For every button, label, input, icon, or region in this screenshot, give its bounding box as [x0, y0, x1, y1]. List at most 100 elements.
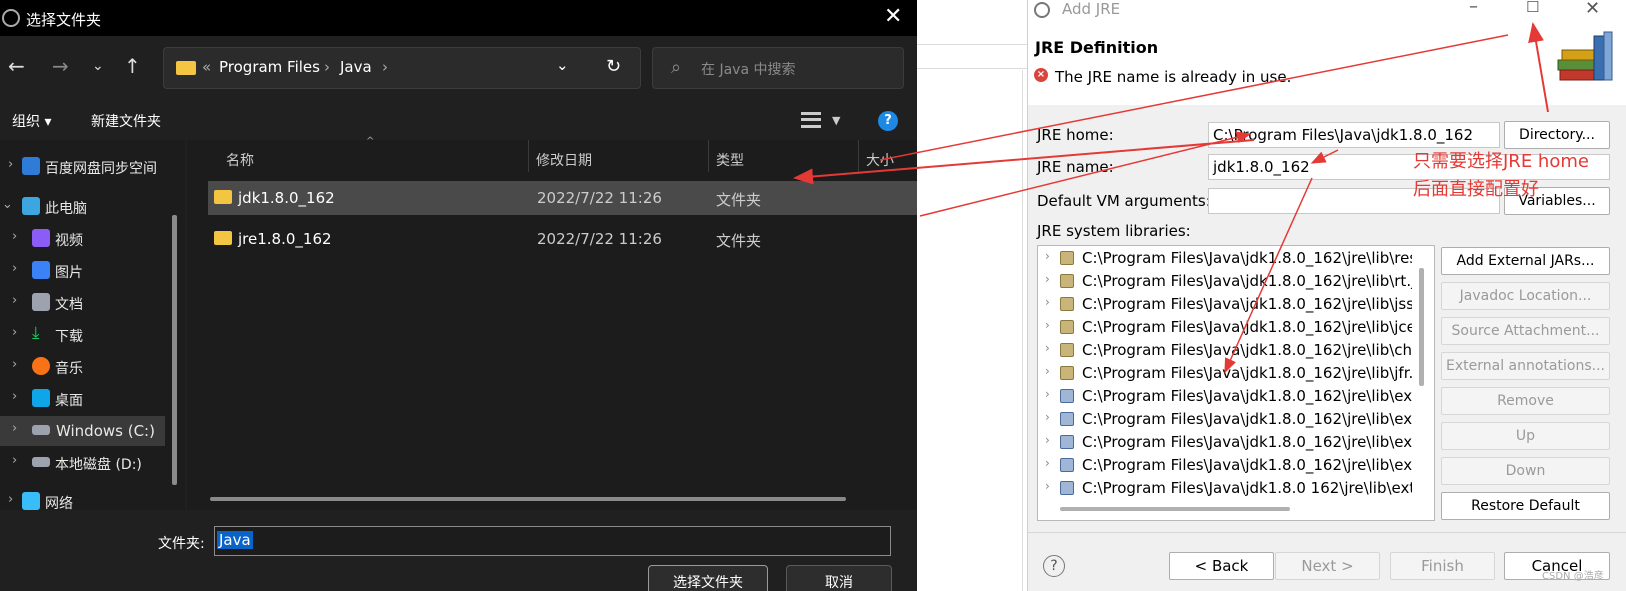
sidebar-item-drive-d[interactable]: › 本地磁盘 (D:)	[0, 448, 185, 478]
library-item[interactable]: › C:\Program Files\Java\jdk1.8.0_162\jre\…	[1040, 340, 1412, 362]
up-button[interactable]: Up	[1441, 422, 1610, 450]
close-icon[interactable]: ✕	[884, 4, 902, 29]
jar-icon	[1060, 343, 1074, 357]
restore-default-button[interactable]: Restore Default	[1441, 492, 1610, 520]
annotation-line-1: 只需要选择JRE home	[1413, 151, 1589, 172]
back-button[interactable]: < Back	[1169, 552, 1274, 580]
column-header-type[interactable]: 类型	[716, 150, 744, 170]
sort-up-icon: ^	[366, 136, 375, 147]
library-item[interactable]: › C:\Program Files\Java\jdk1.8.0 162\jre\…	[1040, 478, 1412, 500]
file-row-jre[interactable]: jre1.8.0_162 2022/7/22 11:26 文件夹	[208, 222, 917, 256]
library-item[interactable]: › C:\Program Files\Java\jdk1.8.0_162\jre\…	[1040, 271, 1412, 293]
footer-divider	[1028, 532, 1626, 533]
new-folder-button[interactable]: 新建文件夹	[91, 111, 161, 131]
library-item[interactable]: › C:\Program Files\Java\jdk1.8.0_162\jre\…	[1040, 363, 1412, 385]
external-annotations-button[interactable]: External annotations...	[1441, 352, 1610, 380]
refresh-icon[interactable]: ↻	[606, 56, 621, 77]
library-vscrollbar[interactable]	[1419, 268, 1424, 386]
address-dropdown-icon[interactable]: ⌄	[556, 56, 569, 74]
folder-picker-dialog: 选择文件夹 ✕ ← → ⌄ ↑ « Program Files › Java ›…	[0, 0, 917, 591]
view-options-icon[interactable]	[801, 112, 821, 128]
music-icon	[32, 357, 50, 375]
breadcrumb-program-files[interactable]: Program Files	[219, 58, 320, 76]
picker-titlebar	[0, 0, 917, 36]
file-type: 文件夹	[716, 191, 762, 209]
chevron-down-icon[interactable]: ⌄	[92, 58, 104, 74]
cancel-button[interactable]: 取消	[786, 565, 892, 591]
column-header-date[interactable]: 修改日期	[536, 150, 592, 170]
sidebar-item-music[interactable]: › 音乐	[0, 352, 185, 382]
organize-menu[interactable]: 组织 ▾	[12, 111, 51, 131]
jar-icon	[1060, 320, 1074, 334]
column-separator[interactable]	[708, 140, 709, 172]
select-folder-button[interactable]: 选择文件夹	[648, 565, 768, 591]
sidebar-item-label: 本地磁盘 (D:)	[55, 457, 142, 473]
download-icon: ⤓	[32, 323, 40, 343]
column-header-size[interactable]: 大小	[866, 150, 894, 170]
sidebar-item-downloads[interactable]: › ⤓ 下载	[0, 320, 185, 350]
library-item[interactable]: › C:\Program Files\Java\jdk1.8.0_162\jre\…	[1040, 248, 1412, 270]
column-header-name[interactable]: 名称	[226, 150, 254, 170]
sidebar-item-video[interactable]: › 视频	[0, 224, 185, 254]
jre-heading: JRE Definition	[1035, 38, 1159, 57]
file-name: jdk1.8.0_162	[238, 189, 335, 207]
view-dropdown-icon[interactable]: ▼	[832, 114, 840, 127]
directory-button[interactable]: Directory...	[1504, 121, 1610, 149]
sidebar-item-baidu[interactable]: › 百度网盘同步空间	[0, 152, 185, 182]
sidebar-scrollbar[interactable]	[172, 215, 177, 485]
error-message: The JRE name is already in use.	[1055, 68, 1292, 86]
error-icon: ×	[1034, 68, 1048, 82]
network-icon	[22, 492, 40, 510]
column-separator[interactable]	[528, 140, 529, 172]
sidebar-item-documents[interactable]: › 文档	[0, 288, 185, 318]
library-item[interactable]: › C:\Program Files\Java\jdk1.8.0_162\jre\…	[1040, 386, 1412, 408]
library-item[interactable]: › C:\Program Files\Java\jdk1.8.0_162\jre\…	[1040, 294, 1412, 316]
help-icon[interactable]: ?	[1043, 555, 1065, 577]
up-arrow-icon[interactable]: ↑	[124, 54, 141, 78]
vm-args-label: Default VM arguments:	[1037, 192, 1211, 210]
remove-button[interactable]: Remove	[1441, 387, 1610, 415]
folder-label: 文件夹:	[158, 536, 205, 552]
jar-icon	[1060, 389, 1074, 403]
sidebar-item-label: 图片	[55, 265, 83, 281]
jre-home-label: JRE home:	[1037, 126, 1114, 144]
down-button[interactable]: Down	[1441, 457, 1610, 485]
back-arrow-icon[interactable]: ←	[8, 54, 25, 78]
file-row-jdk[interactable]: jdk1.8.0_162 2022/7/22 11:26 文件夹	[208, 181, 917, 215]
file-date: 2022/7/22 11:26	[537, 230, 662, 248]
help-icon[interactable]: ?	[878, 111, 898, 131]
add-external-jars-button[interactable]: Add External JARs...	[1441, 247, 1610, 275]
sidebar-item-drive-c[interactable]: › Windows (C:)	[0, 416, 165, 446]
library-item[interactable]: › C:\Program Files\Java\jdk1.8.0_162\jre\…	[1040, 455, 1412, 477]
jre-home-input[interactable]: C:\Program Files\Java\jdk1.8.0_162	[1208, 122, 1500, 148]
library-item[interactable]: › C:\Program Files\Java\jdk1.8.0_162\jre\…	[1040, 432, 1412, 454]
minimize-icon[interactable]: –	[1469, 0, 1478, 17]
library-hscrollbar[interactable]	[1060, 507, 1290, 511]
search-box[interactable]: ⌕ 在 Java 中搜索	[652, 47, 904, 89]
javadoc-location-button[interactable]: Javadoc Location...	[1441, 282, 1610, 310]
sidebar-item-pictures[interactable]: › 图片	[0, 256, 185, 286]
finish-button[interactable]: Finish	[1390, 552, 1495, 580]
this-pc-icon	[22, 197, 40, 215]
maximize-icon[interactable]: ☐	[1526, 0, 1539, 16]
source-attachment-button[interactable]: Source Attachment...	[1441, 317, 1610, 345]
breadcrumb-java[interactable]: Java	[340, 58, 372, 76]
library-item[interactable]: › C:\Program Files\Java\jdk1.8.0_162\jre\…	[1040, 317, 1412, 339]
next-button[interactable]: Next >	[1275, 552, 1380, 580]
column-separator[interactable]	[858, 140, 859, 172]
folder-name-value: Java	[217, 531, 253, 549]
sidebar-item-label: 此电脑	[45, 201, 87, 217]
breadcrumb-overflow[interactable]: «	[202, 58, 211, 76]
library-item[interactable]: › C:\Program Files\Java\jdk1.8.0_162\jre\…	[1040, 409, 1412, 431]
close-icon[interactable]: ✕	[1585, 0, 1600, 19]
file-list-scrollbar[interactable]	[210, 497, 846, 501]
folder-name-input[interactable]: Java	[214, 526, 891, 556]
address-bar[interactable]: « Program Files › Java › ⌄ ↻	[163, 47, 641, 89]
breadcrumb-chevron-icon[interactable]: ›	[382, 58, 388, 76]
sidebar-item-this-pc[interactable]: ⌄ 此电脑	[0, 192, 185, 222]
divider	[917, 68, 1027, 69]
sidebar-item-desktop[interactable]: › 桌面	[0, 384, 185, 414]
forward-arrow-icon[interactable]: →	[52, 54, 69, 78]
eclipse-icon	[1034, 2, 1050, 18]
search-input[interactable]: 在 Java 中搜索	[701, 59, 795, 79]
